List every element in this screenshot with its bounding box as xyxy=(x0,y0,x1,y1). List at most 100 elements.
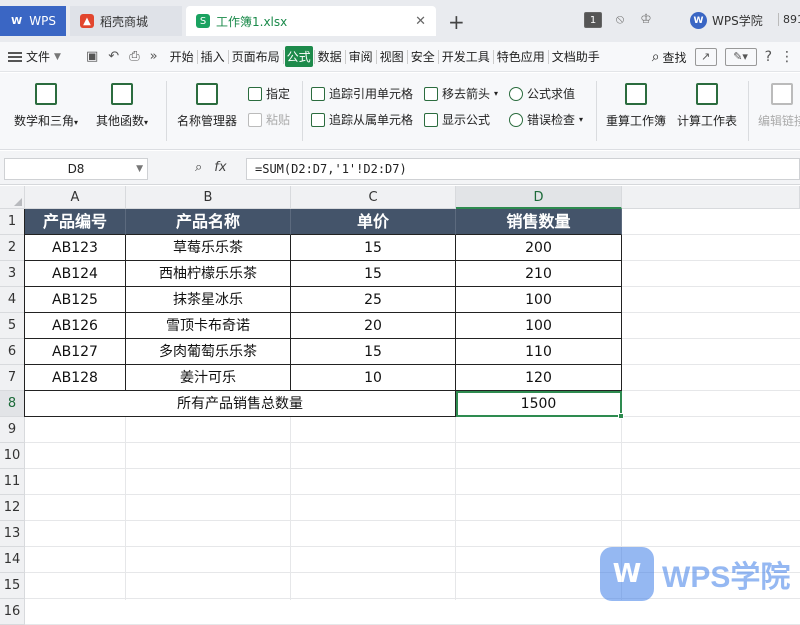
comment-icon[interactable]: ✎▾ xyxy=(724,48,757,66)
fill-handle[interactable] xyxy=(618,413,624,419)
row-header-8[interactable]: 8 xyxy=(0,391,25,417)
total-value-cell[interactable]: 1500 xyxy=(456,391,622,417)
zoom-search-icon[interactable]: ⌕ xyxy=(195,160,202,175)
math-trig-button[interactable]: 数学和三角▾ xyxy=(14,83,78,129)
table-cell[interactable]: AB125 xyxy=(25,287,126,313)
row-header-13[interactable]: 13 xyxy=(0,521,25,547)
menu-tab-data[interactable]: 数据 xyxy=(316,46,344,67)
error-check-button[interactable]: 错误检查 ▾ xyxy=(509,111,583,128)
insert-function-button[interactable]: fx xyxy=(214,160,226,175)
more-options-icon[interactable]: ⋮ xyxy=(780,49,794,65)
window-count-badge[interactable]: 1 xyxy=(584,12,602,28)
column-header-d[interactable]: D xyxy=(456,186,622,209)
row-header-6[interactable]: 6 xyxy=(0,339,25,365)
print-icon[interactable]: ⎙ xyxy=(129,49,139,64)
table-header-cell[interactable]: 单价 xyxy=(291,209,456,235)
row-header-1[interactable]: 1 xyxy=(0,209,25,235)
other-functions-button[interactable]: 其他函数▾ xyxy=(96,83,148,129)
evaluate-formula-button[interactable]: 公式求值 xyxy=(509,85,575,102)
menu-tab-home[interactable]: 开始 xyxy=(168,46,196,67)
menu-tab-review[interactable]: 审阅 xyxy=(347,46,375,67)
menu-tab-insert[interactable]: 插入 xyxy=(199,46,227,67)
total-label-cell[interactable]: 所有产品销售总数量 xyxy=(25,391,456,417)
specify-button[interactable]: 指定 xyxy=(248,85,290,102)
calculate-sheet-button[interactable]: 计算工作表 xyxy=(677,83,737,129)
formula-input[interactable]: =SUM(D2:D7,'1'!D2:D7) xyxy=(246,158,800,180)
edit-links-button[interactable]: 编辑链接 xyxy=(758,83,800,129)
file-menu-button[interactable]: 文件 ▼ xyxy=(0,48,82,65)
tab-wps-home[interactable]: W WPS xyxy=(0,6,66,36)
new-tab-button[interactable]: + xyxy=(448,10,465,34)
table-cell[interactable]: AB123 xyxy=(25,235,126,261)
table-cell[interactable]: 多肉葡萄乐乐茶 xyxy=(126,339,291,365)
column-header-b[interactable]: B xyxy=(126,186,291,209)
row-header-14[interactable]: 14 xyxy=(0,547,25,573)
save-icon[interactable]: ▣ xyxy=(86,49,98,64)
show-formulas-button[interactable]: 显示公式 xyxy=(424,111,490,128)
trace-precedents-button[interactable]: 追踪引用单元格 xyxy=(311,85,413,102)
table-cell[interactable]: 姜汁可乐 xyxy=(126,365,291,391)
undo-icon[interactable]: ↶ xyxy=(108,49,119,64)
table-cell[interactable]: 210 xyxy=(456,261,622,287)
row-header-10[interactable]: 10 xyxy=(0,443,25,469)
table-header-cell[interactable]: 销售数量 xyxy=(456,209,622,235)
table-cell[interactable]: 20 xyxy=(291,313,456,339)
row-header-12[interactable]: 12 xyxy=(0,495,25,521)
tab-docer-store[interactable]: ▲ 稻壳商城 xyxy=(70,6,182,36)
row-header-16[interactable]: 16 xyxy=(0,599,25,625)
table-cell[interactable]: 100 xyxy=(456,287,622,313)
select-all-corner[interactable] xyxy=(0,186,25,209)
wps-academy-link[interactable]: W WPS学院 xyxy=(690,12,763,29)
column-header-c[interactable]: C xyxy=(291,186,456,209)
table-cell[interactable]: 200 xyxy=(456,235,622,261)
recalculate-workbook-button[interactable]: 重算工作簿 xyxy=(606,83,666,129)
menu-tab-developer[interactable]: 开发工具 xyxy=(440,46,492,67)
row-header-3[interactable]: 3 xyxy=(0,261,25,287)
table-cell[interactable]: 15 xyxy=(291,235,456,261)
more-chevron-icon[interactable]: » xyxy=(150,49,158,64)
table-header-cell[interactable]: 产品名称 xyxy=(126,209,291,235)
table-cell[interactable]: 西柚柠檬乐乐茶 xyxy=(126,261,291,287)
column-header-a[interactable]: A xyxy=(25,186,126,209)
account-id[interactable]: 891 xyxy=(778,13,800,26)
menu-tab-formulas[interactable]: 公式 xyxy=(284,46,313,67)
spreadsheet-grid[interactable]: A B C D 1 2 3 4 5 6 7 8 9 10 11 12 13 14 15 16 产品编号 产品名称 单价 销售数… xyxy=(0,186,800,625)
table-cell[interactable]: 草莓乐乐茶 xyxy=(126,235,291,261)
table-cell[interactable]: 100 xyxy=(456,313,622,339)
table-cell[interactable]: AB124 xyxy=(25,261,126,287)
table-cell[interactable]: 25 xyxy=(291,287,456,313)
name-manager-button[interactable]: 名称管理器 xyxy=(177,83,237,129)
remove-arrows-button[interactable]: 移去箭头 ▾ xyxy=(424,85,498,102)
table-cell[interactable]: 15 xyxy=(291,339,456,365)
table-cell[interactable]: AB128 xyxy=(25,365,126,391)
help-icon[interactable]: ? xyxy=(765,49,772,65)
chevron-down-icon[interactable]: ▼ xyxy=(136,159,143,179)
row-header-5[interactable]: 5 xyxy=(0,313,25,339)
sync-icon[interactable]: ⦸ xyxy=(612,12,628,28)
row-header-15[interactable]: 15 xyxy=(0,573,25,599)
table-cell[interactable]: 10 xyxy=(291,365,456,391)
table-header-cell[interactable]: 产品编号 xyxy=(25,209,126,235)
paste-name-button[interactable]: 粘贴 xyxy=(248,111,290,128)
table-cell[interactable]: 雪顶卡布奇诺 xyxy=(126,313,291,339)
menu-tab-security[interactable]: 安全 xyxy=(409,46,437,67)
tab-workbook[interactable]: S 工作簿1.xlsx ✕ xyxy=(186,6,436,36)
table-cell[interactable]: AB126 xyxy=(25,313,126,339)
row-header-2[interactable]: 2 xyxy=(0,235,25,261)
menu-tab-view[interactable]: 视图 xyxy=(378,46,406,67)
search-button[interactable]: ⌕ 查找 xyxy=(652,49,687,66)
row-header-11[interactable]: 11 xyxy=(0,469,25,495)
skin-icon[interactable]: ♔ xyxy=(638,12,654,28)
table-cell[interactable]: 120 xyxy=(456,365,622,391)
name-box[interactable]: D8 ▼ xyxy=(4,158,148,180)
row-header-9[interactable]: 9 xyxy=(0,417,25,443)
menu-tab-doc-assistant[interactable]: 文档助手 xyxy=(550,46,602,67)
share-icon[interactable]: ↗ xyxy=(694,48,717,66)
menu-tab-page-layout[interactable]: 页面布局 xyxy=(230,46,282,67)
row-header-4[interactable]: 4 xyxy=(0,287,25,313)
table-cell[interactable]: 110 xyxy=(456,339,622,365)
table-cell[interactable]: 抹茶星冰乐 xyxy=(126,287,291,313)
table-cell[interactable]: AB127 xyxy=(25,339,126,365)
table-cell[interactable]: 15 xyxy=(291,261,456,287)
close-tab-icon[interactable]: ✕ xyxy=(415,14,426,29)
